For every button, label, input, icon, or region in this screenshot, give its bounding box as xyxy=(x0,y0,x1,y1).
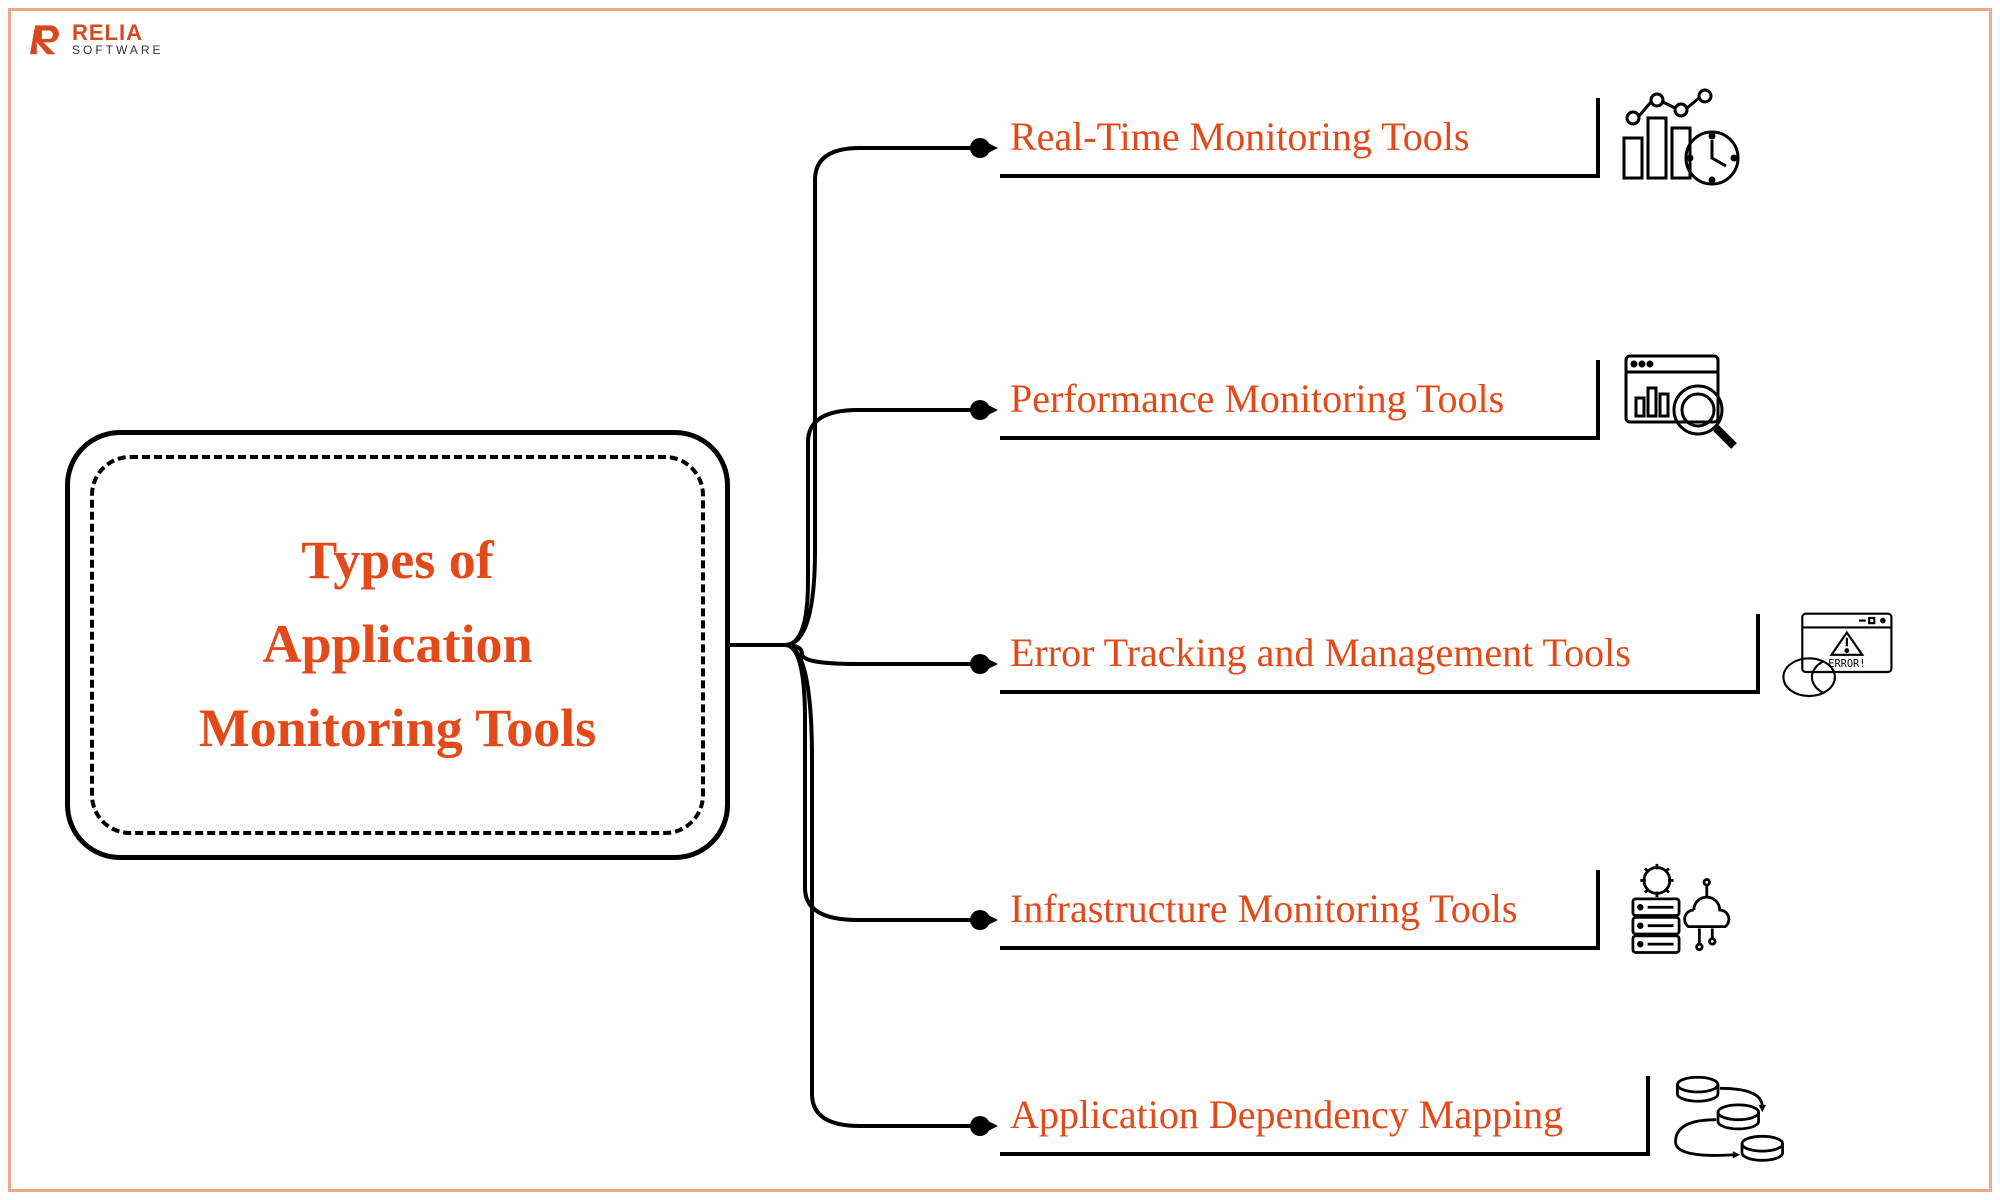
item-label: Error Tracking and Management Tools xyxy=(1010,629,1631,676)
svg-text:ERROR!: ERROR! xyxy=(1828,658,1865,670)
branch-item-infrastructure: Infrastructure Monitoring Tools xyxy=(1000,870,1600,950)
branch-connectors xyxy=(730,120,990,1140)
magnifier-dashboard-icon xyxy=(1620,350,1740,450)
item-label: Infrastructure Monitoring Tools xyxy=(1010,885,1517,932)
branch-item-error: Error Tracking and Management Tools ERRO… xyxy=(1000,614,1760,694)
dependency-cylinders-icon xyxy=(1670,1066,1790,1166)
item-label: Application Dependency Mapping xyxy=(1010,1091,1563,1138)
brand-mark-icon xyxy=(30,22,64,56)
branch-item-performance: Performance Monitoring Tools xyxy=(1000,360,1600,440)
branch-item-dependency: Application Dependency Mapping xyxy=(1000,1076,1650,1156)
chart-clock-icon xyxy=(1620,88,1740,188)
branch-item-realtime: Real-Time Monitoring Tools xyxy=(1000,98,1600,178)
error-window-icon: ERROR! xyxy=(1780,604,1900,704)
item-label: Performance Monitoring Tools xyxy=(1010,375,1504,422)
brand-name-bottom: SOFTWARE xyxy=(72,44,164,56)
brand-name-top: RELIA xyxy=(72,22,164,44)
server-cloud-gear-icon xyxy=(1620,860,1740,960)
item-label: Real-Time Monitoring Tools xyxy=(1010,113,1469,160)
brand-logo: RELIA SOFTWARE xyxy=(30,22,164,56)
main-topic-box: Types of Application Monitoring Tools xyxy=(65,430,730,860)
main-title: Types of Application Monitoring Tools xyxy=(199,519,597,770)
